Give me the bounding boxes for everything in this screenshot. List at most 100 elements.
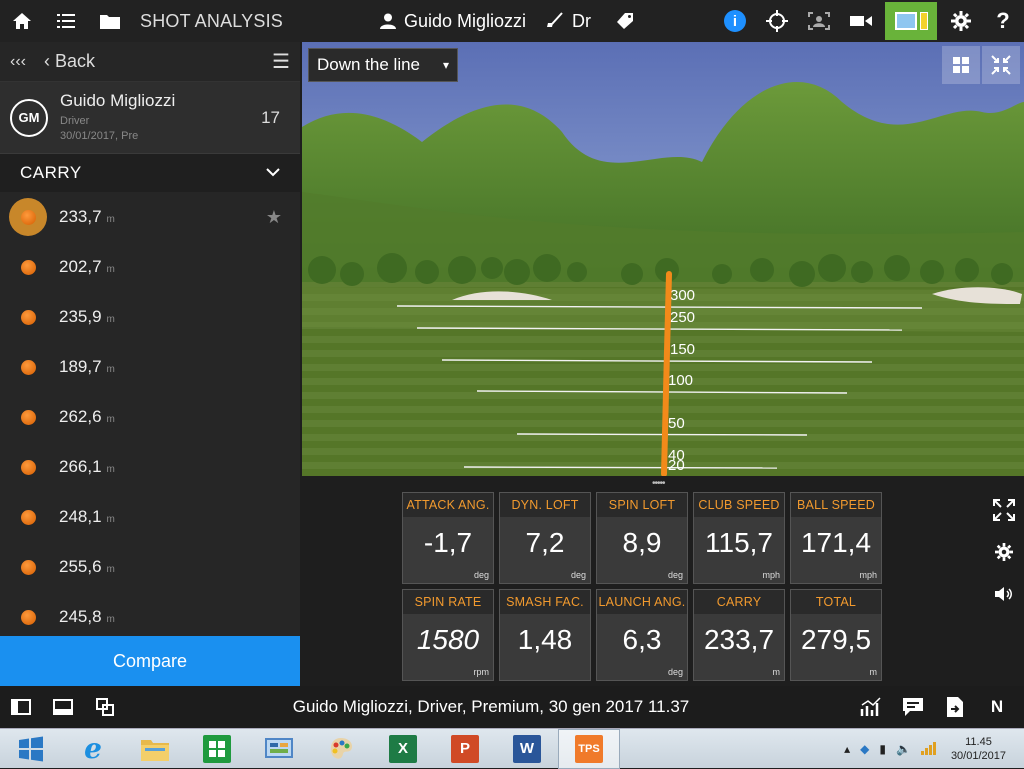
camera-frame-icon[interactable] <box>798 0 840 42</box>
metric-tile[interactable]: TOTAL 279,5 m <box>790 589 882 681</box>
shot-list-item[interactable]: 189,7 m <box>0 342 300 392</box>
shot-list-item[interactable]: 245,8 m <box>0 592 300 642</box>
page-title: SHOT ANALYSIS <box>140 10 283 31</box>
battery-icon <box>919 12 928 30</box>
shot-list-item[interactable]: 262,6 m <box>0 392 300 442</box>
view-select-dropdown[interactable]: Down the line ▾ <box>308 48 458 82</box>
dropbox-icon[interactable]: ◆ <box>860 742 869 756</box>
info-icon: i <box>724 10 746 32</box>
windows-taskbar: e X P W TPS ▴ ◆ ▮ 🔈 11.45 30/01/2017 <box>0 728 1024 769</box>
metric-tile[interactable]: BALL SPEED 171,4 mph <box>790 492 882 584</box>
shot-carry-value: 233,7 <box>59 207 102 226</box>
back-button[interactable]: ‹ Back <box>44 51 95 72</box>
metric-unit: deg <box>570 570 586 580</box>
shot-list-item[interactable]: 235,9 m <box>0 292 300 342</box>
taskbar-powerpoint[interactable]: P <box>434 729 496 769</box>
shot-unit: m <box>106 364 115 375</box>
metric-tile[interactable]: SPIN LOFT 8,9 deg <box>596 492 688 584</box>
store-icon <box>203 734 231 763</box>
taskbar-control-panel[interactable] <box>248 729 310 769</box>
collapse-view-button[interactable] <box>982 46 1020 84</box>
shot-list-item[interactable]: 266,1 m <box>0 442 300 492</box>
resize-grip-icon[interactable]: ••••• <box>652 478 665 489</box>
player-card[interactable]: GM Guido Migliozzi Driver 30/01/2017, Pr… <box>0 82 300 154</box>
internet-explorer-icon: e <box>84 732 102 765</box>
shot-list-item[interactable]: 233,7 m ★ <box>0 192 300 242</box>
metric-tile[interactable]: DYN. LOFT 7,2 deg <box>499 492 591 584</box>
shot-list-item[interactable]: 202,7 m <box>0 242 300 292</box>
folder-icon[interactable] <box>88 0 132 42</box>
compare-button[interactable]: Compare <box>0 636 300 686</box>
metric-tile[interactable]: ATTACK ANG. -1,7 deg <box>402 492 494 584</box>
battery-tray-icon[interactable]: ▮ <box>879 742 886 756</box>
metric-tile[interactable]: SPIN RATE 1580 rpm <box>402 589 494 681</box>
tray-expand-icon[interactable]: ▴ <box>844 742 850 756</box>
chart-icon[interactable] <box>850 686 892 728</box>
star-icon[interactable]: ★ <box>266 207 282 228</box>
grid-view-button[interactable] <box>942 46 980 84</box>
shot-carry-value: 189,7 <box>59 357 102 376</box>
device-battery-button[interactable] <box>885 2 937 40</box>
shot-unit: m <box>106 214 115 225</box>
shot-unit: m <box>106 514 115 525</box>
metric-selector-label: CARRY <box>20 163 82 182</box>
grid-icon <box>953 57 969 73</box>
home-icon[interactable] <box>0 0 44 42</box>
taskbar-file-explorer[interactable] <box>124 729 186 769</box>
player-name: Guido Migliozzi <box>60 91 176 110</box>
metric-tile[interactable]: CARRY 233,7 m <box>693 589 785 681</box>
metric-label: DYN. LOFT <box>500 493 590 517</box>
signal-icon[interactable] <box>920 741 937 758</box>
start-button[interactable] <box>0 729 62 769</box>
shot-list-item[interactable]: 255,6 m <box>0 542 300 592</box>
metric-value: 1580 <box>416 624 480 655</box>
metric-unit: m <box>869 667 878 677</box>
metric-value: -1,7 <box>423 527 473 558</box>
club-icon <box>547 12 563 27</box>
metric-tile[interactable]: CLUB SPEED 115,7 mph <box>693 492 785 584</box>
export-document-icon[interactable] <box>934 686 976 728</box>
shot-caption: Guido Migliozzi, Driver, Premium, 30 gen… <box>292 697 690 716</box>
speaker-icon[interactable] <box>992 582 1016 606</box>
crosshair-icon[interactable] <box>756 0 798 42</box>
session-date: 30/01/2017, Pre <box>60 130 139 142</box>
bottom-panel-toggle-icon[interactable] <box>42 686 84 728</box>
tag-icon[interactable] <box>615 12 635 30</box>
clock-date: 30/01/2017 <box>950 750 1006 762</box>
metrics-panel: ••••• ATTACK ANG. -1,7 deg DYN. LOFT 7,2 deg S… <box>302 476 1024 686</box>
volume-icon[interactable]: 🔈 <box>896 742 911 756</box>
metric-tile[interactable]: SMASH FAC. 1,48 <box>499 589 591 681</box>
help-icon[interactable]: ? <box>982 0 1024 42</box>
list-icon[interactable] <box>44 0 88 42</box>
metric-value: 279,5 <box>800 624 872 655</box>
metric-label: SMASH FAC. <box>500 590 590 614</box>
distance-marker: 250 <box>670 309 695 326</box>
taskbar-word[interactable]: W <box>496 729 558 769</box>
fullscreen-icon[interactable] <box>992 498 1016 522</box>
taskbar-excel[interactable]: X <box>372 729 434 769</box>
n-button[interactable]: N <box>976 686 1018 728</box>
ball-icon <box>18 607 38 627</box>
multi-window-icon[interactable] <box>84 686 126 728</box>
taskbar-tps-app[interactable]: TPS <box>558 728 620 769</box>
settings-gear-icon[interactable] <box>940 0 982 42</box>
metrics-settings-gear-icon[interactable] <box>992 540 1016 564</box>
collapse-sidebar-icon[interactable]: ‹‹‹ <box>10 53 26 71</box>
player-club-selector[interactable]: Guido Migliozzi Dr <box>380 0 635 42</box>
taskbar-paint[interactable] <box>310 729 372 769</box>
info-button[interactable]: i <box>714 0 756 42</box>
shot-list-item[interactable]: 248,1 m <box>0 492 300 542</box>
taskbar-internet-explorer[interactable]: e <box>62 729 124 769</box>
metric-selector[interactable]: CARRY <box>0 154 300 192</box>
metric-label: CLUB SPEED <box>694 493 784 517</box>
sidebar-toggle-icon[interactable] <box>0 686 42 728</box>
comment-icon[interactable] <box>892 686 934 728</box>
video-camera-icon[interactable] <box>840 0 882 42</box>
metric-tile[interactable]: LAUNCH ANG. 6,3 deg <box>596 589 688 681</box>
shot-list: 233,7 m ★ 202,7 m 235,9 m 189,7 m 262,6 m 266,1 m 248… <box>0 192 300 642</box>
shot-trajectory-view[interactable]: 300 250 150 100 50 40 20 Down the line ▾ <box>302 42 1024 476</box>
clock[interactable]: 11.45 30/01/2017 <box>951 735 1006 763</box>
shot-unit: m <box>106 264 115 275</box>
taskbar-store[interactable] <box>186 729 248 769</box>
hamburger-menu-icon[interactable]: ☰ <box>272 49 290 74</box>
